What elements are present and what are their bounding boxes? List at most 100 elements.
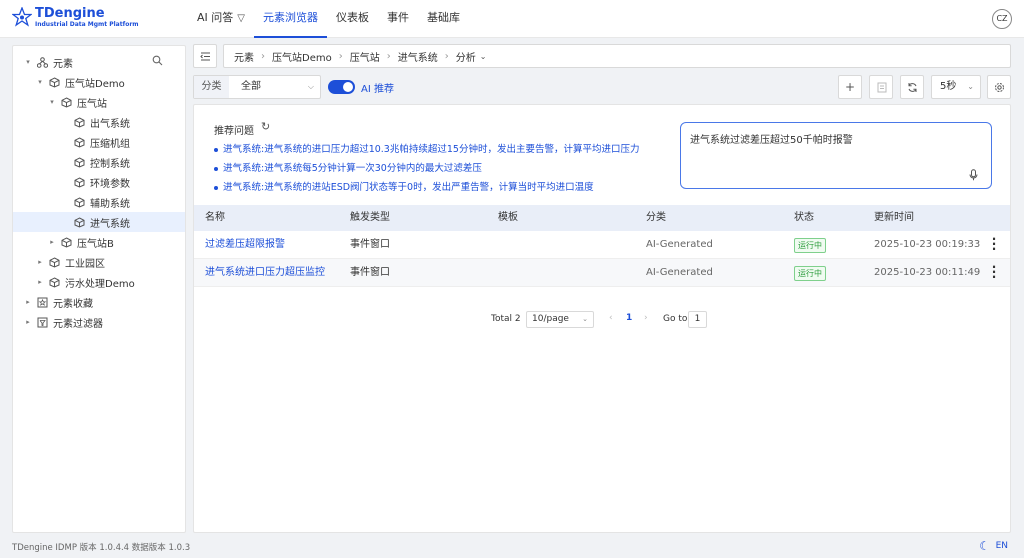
tree-node-selected[interactable]: 进气系统 xyxy=(13,212,185,232)
chevron-right-icon: › xyxy=(338,50,343,62)
column-header-template[interactable]: 模板 xyxy=(498,205,518,231)
page-size-select[interactable]: 10/page ⌄ xyxy=(526,311,594,328)
table-header: 名称 触发类型 模板 分类 状态 更新时间 xyxy=(194,205,1010,231)
trigger-type: 事件窗口 xyxy=(350,267,390,278)
breadcrumb-item[interactable]: 元素 xyxy=(234,49,254,64)
category-value: 全部 xyxy=(241,81,261,92)
chevron-down-icon: ⌄ xyxy=(582,315,588,323)
column-header-updated[interactable]: 更新时间 xyxy=(874,205,914,231)
logo[interactable]: TDengine Industrial Data Mgmt Platform xyxy=(12,7,139,29)
recommend-item[interactable]: 进气系统:进气系统每5分钟计算一次30分钟内的最大过滤差压 xyxy=(214,160,482,174)
bullet-icon xyxy=(214,147,218,152)
breadcrumb-item[interactable]: 进气系统 xyxy=(398,49,438,64)
tree-node[interactable]: 环境参数 xyxy=(13,172,185,192)
column-header-name[interactable]: 名称 xyxy=(205,205,225,231)
ai-recommend-toggle[interactable] xyxy=(328,80,355,94)
analysis-name-link[interactable]: 过滤差压超限报警 xyxy=(205,231,285,259)
gear-icon xyxy=(995,83,1004,92)
cube-icon xyxy=(74,216,85,228)
tree-node[interactable]: ▸ 工业园区 xyxy=(13,252,185,272)
logo-title: TDengine xyxy=(35,6,105,21)
settings-button[interactable] xyxy=(987,75,1011,99)
cube-icon xyxy=(49,256,60,268)
tree-node[interactable]: ▾ 压气站 xyxy=(13,92,185,112)
table-row[interactable]: 过滤差压超限报警 事件窗口 AI-Generated 运行中 2025-10-2… xyxy=(194,231,1010,259)
tree-node[interactable]: ▾ 压气站Demo xyxy=(13,72,185,92)
ai-question-value: 进气系统过滤差压超过50千帕时报警 xyxy=(690,135,853,146)
user-avatar[interactable]: CZ xyxy=(992,9,1012,29)
tree-node[interactable]: 控制系统 xyxy=(13,152,185,172)
bullet-icon xyxy=(214,185,218,190)
more-actions-icon[interactable]: · · · xyxy=(991,261,997,283)
refresh-interval-select[interactable]: 5秒 ⌄ xyxy=(931,75,981,99)
interval-value: 5秒 xyxy=(940,81,957,92)
breadcrumb-bar: 元素 › 压气站Demo › 压气站 › 进气系统 › 分析 ⌄ xyxy=(193,44,1011,68)
prev-page-button[interactable]: ‹ xyxy=(609,313,613,323)
tree-root-filters[interactable]: ▸ 元素过滤器 xyxy=(13,312,185,332)
goto-page-input[interactable]: 1 xyxy=(688,311,707,328)
caret-right-icon[interactable]: ▸ xyxy=(24,298,32,306)
nav-library[interactable]: 基础库 xyxy=(418,0,469,38)
breadcrumb-item[interactable]: 压气站 xyxy=(350,49,380,64)
nav-element-browser[interactable]: 元素浏览器 xyxy=(253,0,327,38)
recommend-item[interactable]: 进气系统:进气系统的进口压力超过10.3兆帕持续超过15分钟时，发出主要告警，计… xyxy=(214,141,639,155)
toggle-knob xyxy=(343,82,353,92)
recommend-item[interactable]: 进气系统:进气系统的进站ESD阀门状态等于0时，发出严重告警，计算当时平均进口温… xyxy=(214,179,594,193)
tree-label: 元素过滤器 xyxy=(53,318,103,330)
collapse-sidebar-button[interactable] xyxy=(193,44,217,68)
refresh-recommend-icon[interactable]: ↻ xyxy=(261,120,270,133)
caret-down-icon[interactable]: ▾ xyxy=(24,58,32,66)
tree-node[interactable]: 辅助系统 xyxy=(13,192,185,212)
nav-events[interactable]: 事件 xyxy=(378,0,418,38)
refresh-button[interactable] xyxy=(900,75,924,99)
hierarchy-icon xyxy=(37,56,48,68)
microphone-icon[interactable] xyxy=(969,169,978,181)
refresh-icon xyxy=(908,83,917,92)
save-button[interactable] xyxy=(869,75,893,99)
column-header-status[interactable]: 状态 xyxy=(794,205,814,231)
breadcrumb-item-current[interactable]: 分析 xyxy=(456,49,476,64)
ai-question-input[interactable]: 进气系统过滤差压超过50千帕时报警 xyxy=(680,122,992,189)
category-select[interactable]: 分类 全部 ⌵ xyxy=(193,75,321,99)
caret-right-icon[interactable]: ▸ xyxy=(36,278,44,286)
recommend-item-text: 进气系统:进气系统的进口压力超过10.3兆帕持续超过15分钟时，发出主要告警，计… xyxy=(223,144,640,155)
analysis-name-link[interactable]: 进气系统进口压力超压监控 xyxy=(205,259,325,287)
tree-root-favorites[interactable]: ▸ 元素收藏 xyxy=(13,292,185,312)
column-header-category[interactable]: 分类 xyxy=(646,205,666,231)
tree-node[interactable]: 压缩机组 xyxy=(13,132,185,152)
caret-right-icon[interactable]: ▸ xyxy=(48,238,56,246)
language-switch[interactable]: EN xyxy=(996,541,1008,551)
tree-root-elements[interactable]: ▾ 元素 xyxy=(13,52,185,72)
tree-node[interactable]: 出气系统 xyxy=(13,112,185,132)
chevron-down-icon[interactable]: ⌄ xyxy=(480,52,487,61)
caret-right-icon[interactable]: ▸ xyxy=(24,318,32,326)
cube-icon xyxy=(74,156,85,168)
chevron-right-icon: › xyxy=(261,50,265,62)
tree-label: 工业园区 xyxy=(65,258,105,270)
more-actions-icon[interactable]: · · · xyxy=(991,233,997,255)
tree-label: 压缩机组 xyxy=(90,138,130,150)
toolbar: 分类 全部 ⌵ AI 推荐 + 5秒 ⌄ xyxy=(193,75,1011,99)
next-page-button[interactable]: › xyxy=(644,313,648,323)
caret-right-icon[interactable]: ▸ xyxy=(36,258,44,266)
cube-icon xyxy=(74,176,85,188)
main-nav: AI 问答 ▽ 元素浏览器 仪表板 事件 基础库 xyxy=(188,0,469,38)
breadcrumb-item[interactable]: 压气站Demo xyxy=(272,49,332,64)
goto-label: Go to xyxy=(663,314,688,324)
column-header-trigger[interactable]: 触发类型 xyxy=(350,205,390,231)
caret-down-icon[interactable]: ▾ xyxy=(48,98,56,106)
trigger-type: 事件窗口 xyxy=(350,239,390,250)
tree-node[interactable]: ▸ 污水处理Demo xyxy=(13,272,185,292)
tree-node[interactable]: ▸ 压气站B xyxy=(13,232,185,252)
element-tree-panel: ▾ 元素 ▾ 压气站Demo ▾ 压气站 出气系统 压缩机组 控制系统 环境参数… xyxy=(12,45,186,533)
nav-ai-qa[interactable]: AI 问答 ▽ xyxy=(188,0,254,38)
caret-down-icon[interactable]: ▾ xyxy=(36,78,44,86)
dark-mode-icon[interactable]: ☾ xyxy=(979,539,990,553)
table-row[interactable]: 进气系统进口压力超压监控 事件窗口 AI-Generated 运行中 2025-… xyxy=(194,259,1010,287)
favorites-icon xyxy=(37,297,48,307)
cube-icon xyxy=(49,276,60,288)
add-button[interactable]: + xyxy=(838,75,862,99)
version-text: TDengine IDMP 版本 1.0.4.4 数据版本 1.0.3 xyxy=(12,543,191,553)
nav-dashboard[interactable]: 仪表板 xyxy=(327,0,378,38)
page-number-current[interactable]: 1 xyxy=(626,313,632,323)
